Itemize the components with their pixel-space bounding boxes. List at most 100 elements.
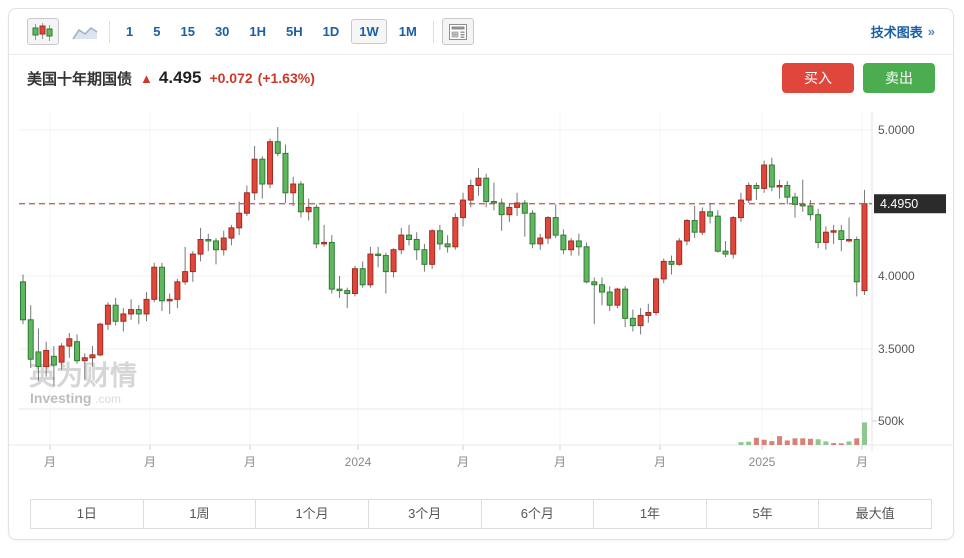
candle [700,212,705,232]
candle [684,221,689,241]
candle [376,254,381,255]
candle [167,299,172,300]
candle [352,269,357,294]
range-button-7[interactable]: 最大值 [818,499,932,529]
volume-bar [777,436,782,445]
candle [723,251,728,254]
candle [708,212,713,216]
candle [491,202,496,203]
candle [113,305,118,321]
buy-button[interactable]: 买入 [782,63,854,93]
candle [298,184,303,212]
range-button-1[interactable]: 1周 [143,499,257,529]
timeframe-button-30[interactable]: 30 [207,19,237,44]
candle [661,261,666,279]
candle [453,218,458,247]
area-chart-button[interactable] [69,18,101,45]
candle [337,289,342,290]
candle [600,285,605,292]
news-panel-button[interactable] [442,18,474,45]
range-button-5[interactable]: 1年 [593,499,707,529]
candle [584,247,589,282]
candle [237,213,242,228]
volume-bar [808,439,813,445]
timeframe-button-5h[interactable]: 5H [278,19,311,44]
volume-bar [738,442,743,445]
candle [646,313,651,316]
range-button-3[interactable]: 3个月 [368,499,482,529]
candle [152,267,157,299]
news-panel-icon [449,24,467,40]
candle [206,240,211,241]
chart-toolbar: 1515301H5H1D1W1M 技术图表 » [9,9,953,55]
volume-bar [793,438,798,445]
volume-bar [823,441,828,445]
candle [638,315,643,325]
area-chart-icon [72,24,98,40]
candle [630,318,635,325]
candle [105,305,110,324]
timeframe-button-1m[interactable]: 1M [391,19,425,44]
chart-widget: 1515301H5H1D1W1M 技术图表 » 美国十年期国债 ▲ 4.495 … [8,8,954,540]
candle [746,185,751,200]
candle [777,185,782,186]
candle [51,356,56,365]
volume-bar [769,441,774,445]
candle [275,142,280,154]
watermark-com: .com [95,392,121,406]
candle [214,241,219,250]
chevron-right-icon: » [928,24,935,39]
candle [322,242,327,243]
volume-bar [816,439,821,445]
range-button-2[interactable]: 1个月 [255,499,369,529]
candle [399,235,404,250]
timeframe-button-1h[interactable]: 1H [241,19,274,44]
candle [515,203,520,207]
candle [229,228,234,238]
timeframe-button-5[interactable]: 5 [145,19,168,44]
candle [507,207,512,214]
candle [183,272,188,282]
range-button-4[interactable]: 6个月 [481,499,595,529]
candle [808,206,813,215]
candle [484,178,489,201]
candle [252,159,257,193]
candle [90,355,95,358]
candle [283,153,288,192]
candlestick-chart-button[interactable] [27,18,59,45]
candle [785,185,790,197]
volume-bar [754,438,759,445]
candle [329,242,334,289]
candle [862,204,867,291]
candle [576,241,581,247]
candlestick-chart[interactable]: 月月月2024月月月2025月5.00004.00003.5000500k英为财… [9,101,953,473]
candle [592,282,597,285]
timeframe-button-1[interactable]: 1 [118,19,141,44]
timeframe-button-1d[interactable]: 1D [315,19,348,44]
technical-chart-link[interactable]: 技术图表 » [871,22,935,41]
candle [831,231,836,232]
candle [67,339,72,346]
candle [677,241,682,264]
candle [136,310,141,314]
candle [260,159,265,184]
candle [221,238,226,250]
volume-bar [847,441,852,445]
x-axis-label: 月 [856,455,868,469]
volume-bar [839,443,844,445]
candle [75,342,80,361]
sell-button[interactable]: 卖出 [863,63,935,93]
candle [414,240,419,250]
volume-axis-label: 500k [878,414,905,428]
timeframe-button-1w[interactable]: 1W [351,19,387,44]
range-selector: 1日1周1个月3个月6个月1年5年最大值 [30,499,932,529]
timeframe-button-15[interactable]: 15 [172,19,202,44]
candle [499,203,504,215]
candle [368,254,373,285]
volume-bar [862,422,867,445]
candle [291,184,296,193]
range-button-6[interactable]: 5年 [706,499,820,529]
range-button-0[interactable]: 1日 [30,499,144,529]
candle [561,235,566,250]
candle [754,185,759,188]
